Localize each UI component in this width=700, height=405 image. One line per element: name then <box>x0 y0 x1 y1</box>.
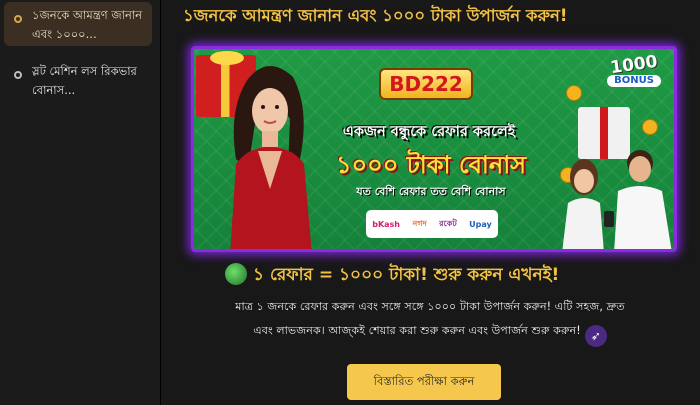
rocket-icon: ➶ <box>584 325 607 347</box>
banner-headline: একজন বন্ধুকে রেফার করলেই <box>342 124 516 140</box>
banner-tagline: যত বেশি রেফার তত বেশি বোনাস <box>356 185 506 198</box>
payment-methods: bKash নগদ রকেট Upay <box>366 210 498 238</box>
sidebar-item-slot-bonus[interactable]: স্লট মেশিন লস রিকভার বোনাস... <box>4 58 152 102</box>
sidebar-item-label: ১জনকে আমন্ত্রণ জানান এবং ১০০০... <box>32 8 143 41</box>
promo-description: মাত্র ১ জনকে রেফার করুন এবং সঙ্গে সঙ্গে … <box>187 295 673 347</box>
page-title: ১জনকে আমন্ত্রণ জানান এবং ১০০০ টাকা উপার্… <box>183 6 568 25</box>
sidebar: ১জনকে আমন্ত্রণ জানান এবং ১০০০... স্লট মে… <box>0 0 160 405</box>
bkash-logo: bKash <box>372 219 400 229</box>
nagad-logo: নগদ <box>412 218 427 228</box>
happy-people-illustration <box>562 150 672 249</box>
details-button[interactable]: বিস্তারিত পরীক্ষা করুন <box>347 364 501 400</box>
promo-banner: BD222 একজন বন্ধুকে রেফার করলেই ১০০০ টাকা… <box>191 46 677 252</box>
sidebar-item-referral[interactable]: ১জনকে আমন্ত্রণ জানান এবং ১০০০... <box>4 2 152 46</box>
bullet-icon <box>14 71 22 79</box>
money-bag-icon <box>225 263 247 285</box>
promo-heading: ১ রেফার = ১০০০ টাকা! শুরু করুন এখনই! <box>225 262 645 290</box>
coin-icon <box>642 119 658 135</box>
rocket-logo: রকেট <box>439 218 457 228</box>
banner-bonus-amount: ১০০০ টাকা বোনাস <box>335 151 527 179</box>
coin-icon <box>566 85 582 101</box>
bullet-icon <box>14 15 22 23</box>
bonus-badge: 1000 BONUS <box>597 52 671 99</box>
upay-logo: Upay <box>469 219 492 229</box>
desc-line: মাত্র ১ জনকে রেফার করুন এবং সঙ্গে সঙ্গে … <box>235 300 625 313</box>
desc-line: এবং লাভজনক। আজ্কই শেয়ার করা শুরু করুন এ… <box>187 319 673 347</box>
main-content: ১জনকে আমন্ত্রণ জানান এবং ১০০০ টাকা উপার্… <box>161 0 700 405</box>
sidebar-item-label: স্লট মেশিন লস রিকভার বোনাস... <box>32 64 137 97</box>
brand-logo: BD222 <box>379 68 473 100</box>
